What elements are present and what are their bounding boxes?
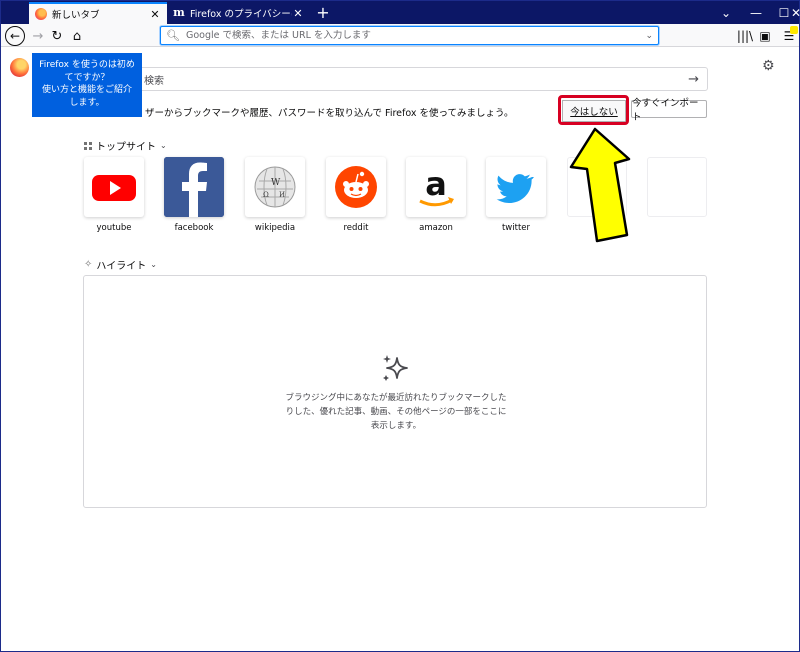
search-submit-arrow-icon[interactable]: → — [688, 72, 699, 87]
new-tab-plus-icon[interactable]: + — [313, 3, 333, 23]
highlights-heading-label: ハイライト — [96, 261, 147, 272]
svg-text:Ω: Ω — [263, 191, 269, 199]
search-placeholder: 検索 — [144, 75, 164, 87]
dropdown-chevron-icon[interactable]: ⌄ — [711, 3, 741, 23]
svg-text:W: W — [271, 178, 281, 188]
topsite-label[interactable]: youtube — [74, 223, 154, 233]
highlights-sparkle-icon — [383, 355, 408, 381]
topsites-heading-label: トップサイト — [96, 142, 156, 153]
chevron-down-icon: ⌄ — [150, 260, 157, 269]
library-icon[interactable]: |||\ — [735, 26, 755, 46]
topsite-tile-amazon[interactable]: a — [406, 157, 466, 217]
tab-new-tab[interactable]: 新しいタブ ✕ — [29, 2, 167, 24]
tab-privacy-notice[interactable]: m Firefox のプライバシーに関する通知 ✕ — [167, 2, 310, 24]
annotation-arrow-icon — [569, 127, 631, 243]
back-arrow-icon[interactable]: ← — [5, 26, 25, 46]
reload-icon[interactable]: ↻ — [47, 26, 67, 46]
home-icon[interactable]: ⌂ — [67, 26, 87, 46]
firefox-logo-icon[interactable] — [10, 58, 29, 77]
topsite-tile-twitter[interactable] — [486, 157, 546, 217]
topsite-tile-youtube[interactable] — [84, 157, 144, 217]
gear-icon[interactable]: ⚙ — [762, 58, 775, 74]
nav-toolbar: ← → ↻ ⌂ 🔍︎ ⌄ |||\ ▣ ☰ — [1, 24, 799, 47]
youtube-logo-icon — [92, 175, 136, 201]
tooltip-line: 使い方と機能をご紹介 — [41, 85, 132, 95]
highlight-rectangle — [558, 95, 629, 125]
highlights-heading[interactable]: ✧ ハイライト ⌄ — [84, 257, 157, 272]
topsite-tile-empty — [647, 157, 707, 217]
highlights-empty-message: ブラウジング中にあなたが最近訪れたりブックマークしたりした、優れた記事、動画、そ… — [285, 393, 507, 431]
topsite-label[interactable]: facebook — [154, 223, 234, 233]
tab-close-icon[interactable]: ✕ — [292, 7, 304, 20]
sparkle-icon: ✧ — [84, 259, 93, 270]
topsite-label[interactable]: wikipedia — [235, 223, 315, 233]
topsites-heading[interactable]: トップサイト ⌄ — [84, 138, 167, 153]
tooltip-line: てですか？ — [64, 72, 110, 83]
import-message: ザーからブックマークや履歴、パスワードを取り込んで Firefox を使ってみま… — [145, 108, 514, 119]
topsites-grid-icon — [84, 141, 92, 150]
topsite-label[interactable]: twitter — [476, 223, 556, 233]
amazon-logo-icon: a — [419, 165, 454, 207]
title-bar: 新しいタブ ✕ m Firefox のプライバシーに関する通知 ✕ + ⌄ — … — [1, 1, 800, 24]
url-dropdown-chevron-icon[interactable]: ⌄ — [645, 31, 653, 41]
tooltip-line: します。 — [69, 97, 105, 108]
topsite-tile-reddit[interactable] — [326, 157, 386, 217]
wikipedia-logo-icon: W Ω И — [254, 166, 296, 208]
tab-title: 新しいタブ — [52, 10, 100, 21]
new-tab-page: ⚙ 検索 → Firefox を使うのは初め てですか？ 使い方と機能をご紹介 … — [1, 48, 799, 651]
svg-text:И: И — [279, 191, 285, 199]
menu-hamburger-icon[interactable]: ☰ — [779, 26, 799, 46]
topsite-tile-wikipedia[interactable]: W Ω И — [245, 157, 305, 217]
mozilla-favicon-icon: m — [173, 6, 185, 19]
svg-text:a: a — [425, 165, 447, 203]
twitter-logo-icon — [496, 174, 534, 204]
search-box[interactable]: 検索 → — [91, 67, 708, 91]
update-badge-icon — [790, 26, 798, 34]
import-now-button[interactable]: 今すぐインポート — [631, 98, 707, 123]
chevron-down-icon: ⌄ — [160, 141, 167, 150]
topsite-tile-facebook[interactable] — [164, 157, 224, 217]
url-bar[interactable]: 🔍︎ ⌄ — [160, 26, 659, 45]
topsite-label[interactable]: amazon — [396, 223, 476, 233]
url-input[interactable] — [185, 30, 646, 41]
onboarding-tooltip[interactable]: Firefox を使うのは初め てですか？ 使い方と機能をご紹介 します。 — [32, 53, 142, 117]
forward-arrow-icon[interactable]: → — [28, 26, 48, 46]
search-icon: 🔍︎ — [166, 29, 180, 42]
close-window-icon[interactable]: ✕ — [791, 3, 800, 23]
tooltip-line: Firefox を使うのは初め — [39, 60, 135, 70]
facebook-logo-icon — [164, 157, 224, 217]
topsite-label[interactable]: reddit — [316, 223, 396, 233]
sidebar-icon[interactable]: ▣ — [755, 26, 775, 46]
reddit-logo-icon — [335, 166, 377, 208]
minimize-icon[interactable]: — — [741, 3, 771, 23]
tab-close-icon[interactable]: ✕ — [149, 8, 161, 21]
firefox-favicon-icon — [35, 8, 47, 20]
tab-title: Firefox のプライバシーに関する通知 — [190, 9, 292, 20]
